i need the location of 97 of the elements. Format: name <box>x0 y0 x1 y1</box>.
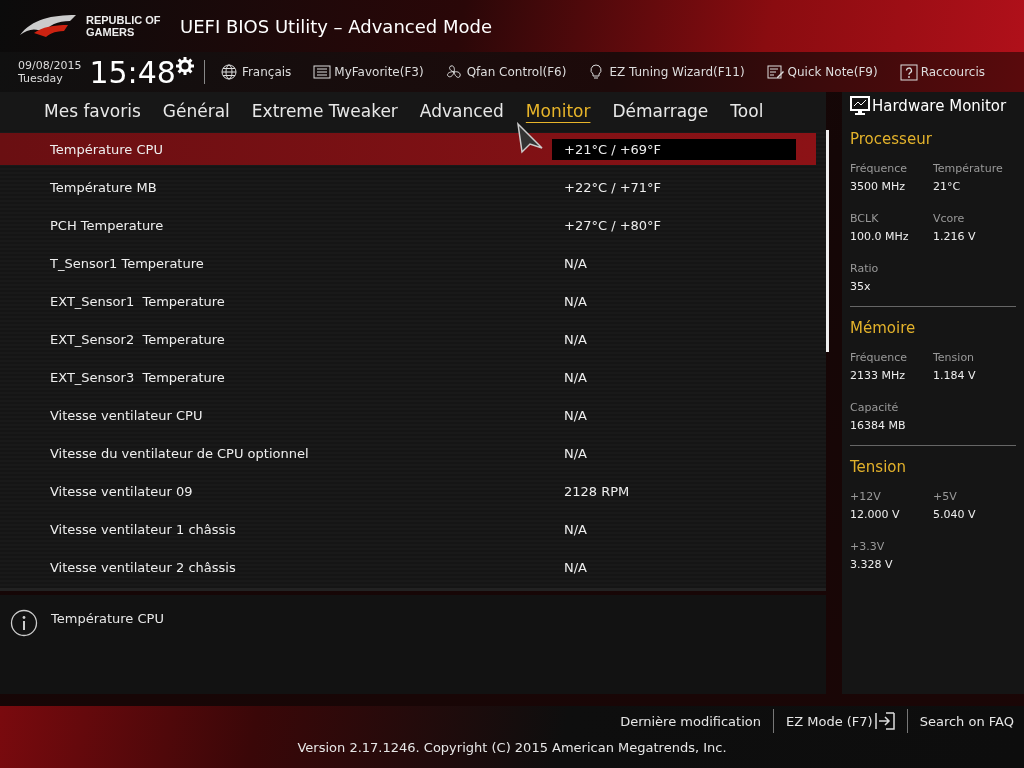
setting-row[interactable]: Température CPU +21°C / +69°F <box>0 133 816 165</box>
reading-value: 35x <box>850 279 872 295</box>
setting-label: Température MB <box>49 179 158 195</box>
menu-tab[interactable]: Mes favoris <box>34 99 151 123</box>
menu-tab[interactable]: Advanced <box>409 99 514 123</box>
day-text: Tuesday <box>18 72 64 85</box>
help-text: Température CPU <box>51 611 164 626</box>
setting-value: N/A <box>563 330 588 349</box>
setting-value: +22°C / +71°F <box>563 178 663 197</box>
section-title: Processeur <box>850 130 933 148</box>
footer-link[interactable]: Search on FAQ <box>913 713 1020 729</box>
monitor-icon <box>850 96 870 116</box>
reading-label: Température <box>933 161 1004 177</box>
setting-value: N/A <box>563 254 588 273</box>
setting-value: +21°C / +69°F <box>552 138 796 160</box>
reading-label: Capacité <box>850 400 900 416</box>
setting-row[interactable]: Vitesse ventilateur CPU N/A <box>0 396 816 434</box>
reading-value: 3.328 V <box>850 557 894 573</box>
reading-label: +3.3V <box>850 539 886 555</box>
footer-link[interactable]: EZ Mode (F7) <box>780 712 901 730</box>
setting-label: Vitesse du ventilateur de CPU optionnel <box>49 445 310 461</box>
reading-label: Fréquence <box>850 350 909 366</box>
reading-label: +5V <box>933 489 958 505</box>
setting-row[interactable]: PCH Temperature +27°C / +80°F <box>0 206 816 244</box>
setting-row[interactable]: Vitesse ventilateur 2 châssis N/A <box>0 548 816 586</box>
copyright-text: Version 2.17.1246. Copyright (C) 2015 American Megatrends, Inc. <box>297 740 727 755</box>
panel-title: Hardware Monitor <box>872 97 1007 115</box>
setting-row[interactable]: Température MB +22°C / +71°F <box>0 168 816 206</box>
setting-value: N/A <box>563 444 588 463</box>
rog-eye-logo-icon <box>18 13 78 39</box>
menu-tab[interactable]: Tool <box>720 99 774 123</box>
globe-icon <box>220 63 239 81</box>
reading-label: Fréquence <box>850 161 909 177</box>
setting-label: Vitesse ventilateur 2 châssis <box>49 559 237 575</box>
menu-tab[interactable]: Extreme Tweaker <box>241 99 408 123</box>
setting-label: EXT_Sensor1 Temperature <box>49 293 226 309</box>
reading-value: 5.040 V <box>933 507 977 523</box>
list-icon <box>313 63 332 81</box>
setting-label: Vitesse ventilateur CPU <box>49 407 204 423</box>
setting-label: Température CPU <box>49 141 164 157</box>
toolbar-button[interactable]: Raccourcis <box>893 63 992 81</box>
setting-row[interactable]: Vitesse du ventilateur de CPU optionnel N/A <box>0 434 816 472</box>
reading-value: 1.184 V <box>933 368 977 384</box>
menu-tab[interactable]: Général <box>152 99 240 123</box>
reading-value: 12.000 V <box>850 507 901 523</box>
section-title: Tension <box>850 458 907 476</box>
toolbar-button[interactable]: Français <box>214 63 298 81</box>
reading-label: Ratio <box>850 261 880 277</box>
settings-icon[interactable] <box>175 57 194 75</box>
setting-label: EXT_Sensor2 Temperature <box>49 331 226 347</box>
setting-value: +27°C / +80°F <box>563 216 663 235</box>
menu-tab[interactable]: Monitor <box>515 99 601 123</box>
setting-row[interactable]: EXT_Sensor2 Temperature N/A <box>0 320 816 358</box>
setting-label: EXT_Sensor3 Temperature <box>49 369 226 385</box>
reading-value: 16384 MB <box>850 418 907 434</box>
setting-value: N/A <box>563 292 588 311</box>
setting-row[interactable]: EXT_Sensor3 Temperature N/A <box>0 358 816 396</box>
toolbar-button[interactable]: Qfan Control(F6) <box>439 63 573 81</box>
reading-value: 2133 MHz <box>850 368 907 384</box>
exit-arrow-icon <box>874 712 895 730</box>
setting-value: N/A <box>563 558 588 577</box>
toolbar-button[interactable]: Quick Note(F9) <box>760 63 884 81</box>
footer-link[interactable]: Dernière modification <box>614 713 767 729</box>
window-title: UEFI BIOS Utility – Advanced Mode <box>180 15 492 37</box>
setting-label: T_Sensor1 Temperature <box>49 255 205 271</box>
fan-icon <box>445 63 464 81</box>
toolbar-button[interactable]: MyFavorite(F3) <box>307 63 430 81</box>
reading-value: 100.0 MHz <box>850 229 910 245</box>
setting-label: Vitesse ventilateur 1 châssis <box>49 521 237 537</box>
scrollbar[interactable] <box>826 130 829 352</box>
reading-value: 21°C <box>933 179 962 195</box>
toolbar-button[interactable]: EZ Tuning Wizard(F11) <box>582 63 751 81</box>
mouse-pointer-icon <box>516 122 544 154</box>
setting-row[interactable]: EXT_Sensor1 Temperature N/A <box>0 282 816 320</box>
setting-row[interactable]: T_Sensor1 Temperature N/A <box>0 244 816 282</box>
info-icon <box>10 609 38 637</box>
note-icon <box>766 63 785 81</box>
clock-time: 15:48 <box>89 54 176 90</box>
setting-value: N/A <box>563 406 588 425</box>
setting-label: Vitesse ventilateur 09 <box>49 483 194 499</box>
setting-value: 2128 RPM <box>563 482 631 501</box>
setting-value: N/A <box>563 368 588 387</box>
reading-label: Tension <box>933 350 976 366</box>
setting-value: N/A <box>563 520 588 539</box>
setting-row[interactable]: Vitesse ventilateur 1 châssis N/A <box>0 510 816 548</box>
reading-label: BCLK <box>850 211 880 227</box>
menu-tab[interactable]: Démarrage <box>602 99 719 123</box>
setting-label: PCH Temperature <box>49 217 165 233</box>
question-mark-icon <box>899 63 918 81</box>
brand-logo-text: REPUBLIC OF GAMERS <box>86 14 162 38</box>
date-text: 09/08/2015 <box>18 59 82 72</box>
reading-value: 3500 MHz <box>850 179 907 195</box>
reading-value: 1.216 V <box>933 229 977 245</box>
reading-label: +12V <box>850 489 882 505</box>
section-title: Mémoire <box>850 319 917 337</box>
setting-row[interactable]: Vitesse ventilateur 09 2128 RPM <box>0 472 816 510</box>
reading-label: Vcore <box>933 211 966 227</box>
